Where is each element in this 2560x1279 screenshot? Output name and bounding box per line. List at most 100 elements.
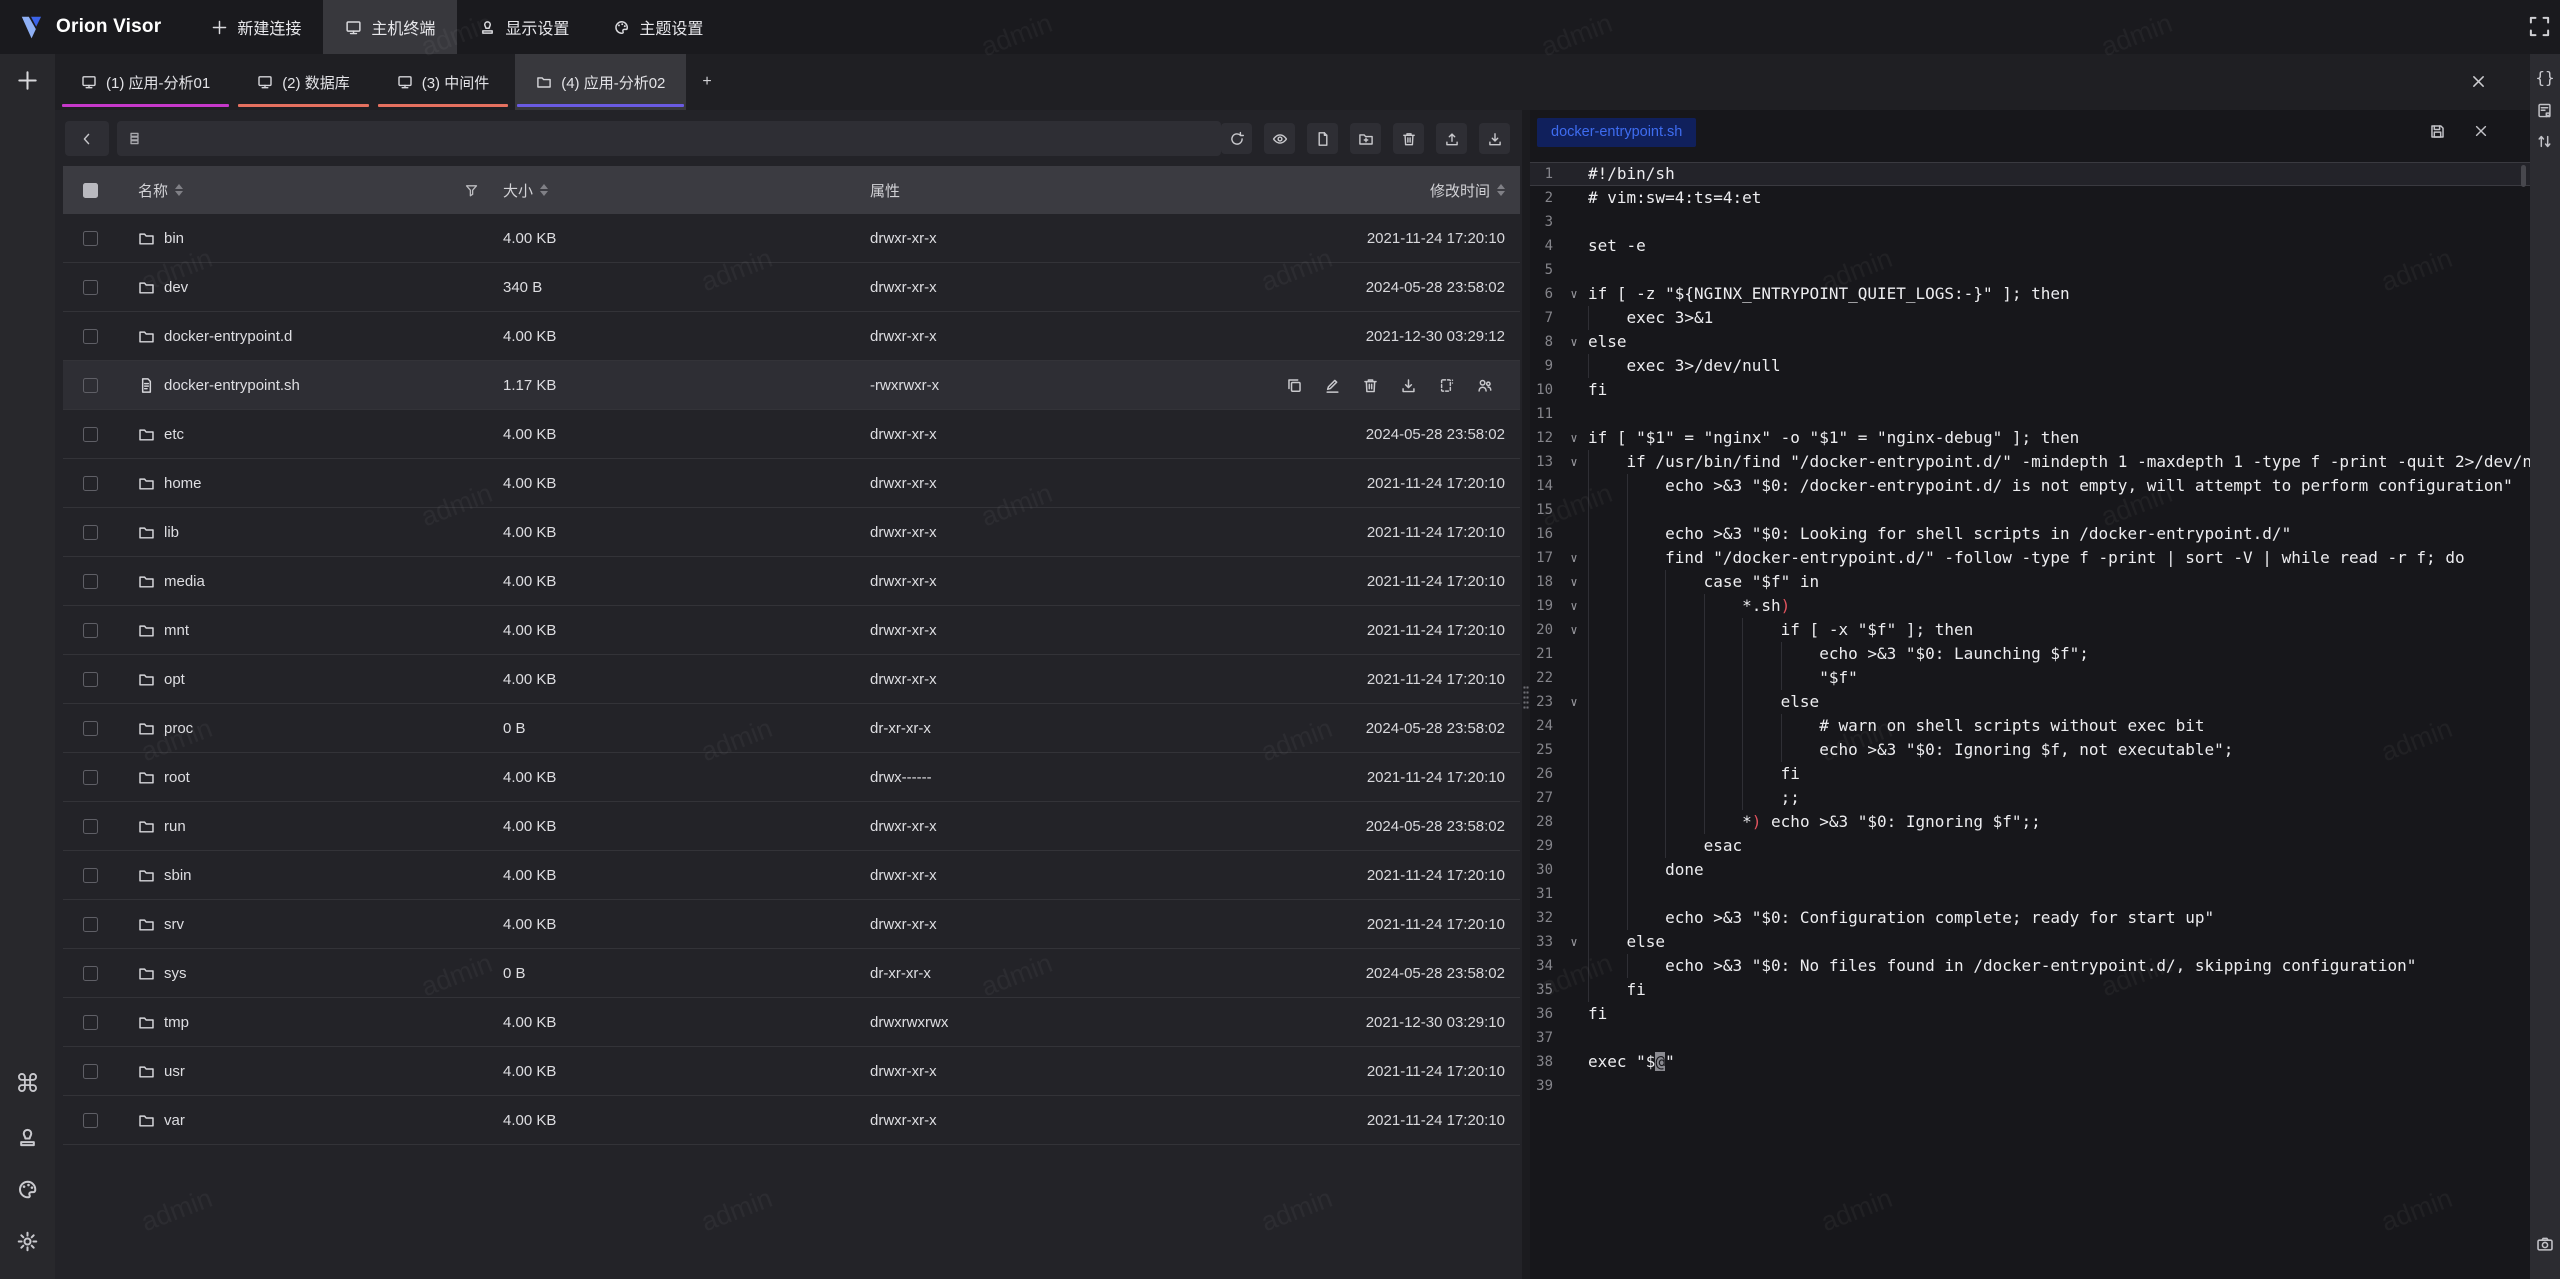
terminal-tab-1[interactable]: (1) 应用-分析01 xyxy=(60,54,231,110)
updown-icon[interactable] xyxy=(2536,133,2553,150)
cell-name[interactable]: srv xyxy=(118,916,503,933)
select-all-checkbox[interactable] xyxy=(83,183,98,198)
command-icon[interactable]: ⌘ xyxy=(15,1072,40,1097)
terminal-tab-2[interactable]: (2) 数据库 xyxy=(236,54,371,110)
delete-button[interactable] xyxy=(1393,123,1424,154)
save-icon[interactable] xyxy=(2429,123,2446,140)
row-checkbox[interactable] xyxy=(83,770,98,785)
row-checkbox[interactable] xyxy=(83,476,98,491)
new-file-button[interactable] xyxy=(1307,123,1338,154)
braces-icon[interactable]: {} xyxy=(2535,68,2554,88)
fold-chevron-icon[interactable]: ∨ xyxy=(1560,930,1588,954)
download-button[interactable] xyxy=(1479,123,1510,154)
row-checkbox[interactable] xyxy=(83,574,98,589)
eye-button[interactable] xyxy=(1264,123,1295,154)
cell-name[interactable]: bin xyxy=(118,230,503,247)
close-panel-icon[interactable] xyxy=(2470,73,2487,90)
gear-icon[interactable] xyxy=(16,1230,39,1253)
cell-name[interactable]: run xyxy=(118,818,503,835)
fold-chevron-icon[interactable]: ∨ xyxy=(1560,690,1588,714)
back-button[interactable] xyxy=(65,121,109,156)
fold-chevron-icon[interactable]: ∨ xyxy=(1560,450,1588,474)
refresh-button[interactable] xyxy=(1221,123,1252,154)
row-checkbox[interactable] xyxy=(83,329,98,344)
row-checkbox[interactable] xyxy=(83,1064,98,1079)
cell-name[interactable]: home xyxy=(118,475,503,492)
cell-name[interactable]: media xyxy=(118,573,503,590)
table-row[interactable]: docker-entrypoint.sh1.17 KB-rwxrwxr-x xyxy=(63,361,1520,410)
table-row[interactable]: var4.00 KBdrwxr-xr-x2021-11-24 17:20:10 xyxy=(63,1096,1520,1145)
plus-icon[interactable] xyxy=(16,69,39,92)
path-input-field[interactable] xyxy=(150,131,1211,147)
cell-name[interactable]: usr xyxy=(118,1063,503,1080)
permissions-icon[interactable] xyxy=(1476,377,1493,394)
cell-name[interactable]: docker-entrypoint.sh xyxy=(118,377,503,394)
row-checkbox[interactable] xyxy=(83,917,98,932)
cell-name[interactable]: root xyxy=(118,769,503,786)
cell-name[interactable]: mnt xyxy=(118,622,503,639)
table-row[interactable]: tmp4.00 KBdrwxrwxrwx2021-12-30 03:29:10 xyxy=(63,998,1520,1047)
fullscreen-icon[interactable] xyxy=(2528,15,2551,38)
terminal-tab-4[interactable]: (4) 应用-分析02 xyxy=(515,54,686,110)
table-row[interactable]: etc4.00 KBdrwxr-xr-x2024-05-28 23:58:02 xyxy=(63,410,1520,459)
row-checkbox[interactable] xyxy=(83,280,98,295)
path-input[interactable] xyxy=(117,121,1221,156)
panel-divider[interactable] xyxy=(1522,110,1530,1279)
table-row[interactable]: run4.00 KBdrwxr-xr-x2024-05-28 23:58:02 xyxy=(63,802,1520,851)
stamp-icon[interactable] xyxy=(16,1126,39,1149)
fold-chevron-icon[interactable]: ∨ xyxy=(1560,546,1588,570)
filter-icon[interactable] xyxy=(464,183,479,198)
table-row[interactable]: bin4.00 KBdrwxr-xr-x2021-11-24 17:20:10 xyxy=(63,214,1520,263)
cell-name[interactable]: sbin xyxy=(118,867,503,884)
table-row[interactable]: mnt4.00 KBdrwxr-xr-x2021-11-24 17:20:10 xyxy=(63,606,1520,655)
table-row[interactable]: usr4.00 KBdrwxr-xr-x2021-11-24 17:20:10 xyxy=(63,1047,1520,1096)
table-row[interactable]: sys0 Bdr-xr-xr-x2024-05-28 23:58:02 xyxy=(63,949,1520,998)
fold-chevron-icon[interactable]: ∨ xyxy=(1560,330,1588,354)
row-checkbox[interactable] xyxy=(83,721,98,736)
fold-chevron-icon[interactable]: ∨ xyxy=(1560,426,1588,450)
table-row[interactable]: proc0 Bdr-xr-xr-x2024-05-28 23:58:02 xyxy=(63,704,1520,753)
row-checkbox[interactable] xyxy=(83,1113,98,1128)
doc-bookmark-icon[interactable] xyxy=(2536,102,2553,119)
add-tab-button[interactable]: + xyxy=(686,54,727,110)
delete-icon[interactable] xyxy=(1362,377,1379,394)
row-checkbox[interactable] xyxy=(83,1015,98,1030)
table-row[interactable]: sbin4.00 KBdrwxr-xr-x2021-11-24 17:20:10 xyxy=(63,851,1520,900)
row-checkbox[interactable] xyxy=(83,672,98,687)
cell-name[interactable]: proc xyxy=(118,720,503,737)
table-row[interactable]: srv4.00 KBdrwxr-xr-x2021-11-24 17:20:10 xyxy=(63,900,1520,949)
nav-item-3[interactable]: 主题设置 xyxy=(591,0,725,54)
table-row[interactable]: dev340 Bdrwxr-xr-x2024-05-28 23:58:02 xyxy=(63,263,1520,312)
nav-item-0[interactable]: 新建连接 xyxy=(189,0,323,54)
table-row[interactable]: lib4.00 KBdrwxr-xr-x2021-11-24 17:20:10 xyxy=(63,508,1520,557)
terminal-tab-3[interactable]: (3) 中间件 xyxy=(376,54,511,110)
divider-grip[interactable] xyxy=(1523,685,1529,711)
cell-name[interactable]: dev xyxy=(118,279,503,296)
row-checkbox[interactable] xyxy=(83,966,98,981)
row-checkbox[interactable] xyxy=(83,378,98,393)
row-checkbox[interactable] xyxy=(83,868,98,883)
code-area[interactable]: 1#!/bin/sh2# vim:sw=4:ts=4:et34set -e56∨… xyxy=(1530,162,2530,1098)
cell-name[interactable]: sys xyxy=(118,965,503,982)
row-checkbox[interactable] xyxy=(83,819,98,834)
palette-icon[interactable] xyxy=(16,1178,39,1201)
nav-item-2[interactable]: 显示设置 xyxy=(457,0,591,54)
table-row[interactable]: home4.00 KBdrwxr-xr-x2021-11-24 17:20:10 xyxy=(63,459,1520,508)
table-row[interactable]: media4.00 KBdrwxr-xr-x2021-11-24 17:20:1… xyxy=(63,557,1520,606)
editor-close-icon[interactable] xyxy=(2473,123,2489,139)
download-icon[interactable] xyxy=(1400,377,1417,394)
fold-chevron-icon[interactable]: ∨ xyxy=(1560,618,1588,642)
cell-name[interactable]: tmp xyxy=(118,1014,503,1031)
sort-size[interactable] xyxy=(540,184,548,196)
cell-name[interactable]: opt xyxy=(118,671,503,688)
row-checkbox[interactable] xyxy=(83,525,98,540)
row-checkbox[interactable] xyxy=(83,427,98,442)
cell-name[interactable]: var xyxy=(118,1112,503,1129)
fold-chevron-icon[interactable]: ∨ xyxy=(1560,594,1588,618)
app-logo[interactable]: Orion Visor xyxy=(0,14,189,40)
new-folder-button[interactable] xyxy=(1350,123,1381,154)
fold-chevron-icon[interactable]: ∨ xyxy=(1560,282,1588,306)
editor-file-tab[interactable]: docker-entrypoint.sh xyxy=(1537,118,1696,147)
cell-name[interactable]: etc xyxy=(118,426,503,443)
copy-icon[interactable] xyxy=(1286,377,1303,394)
